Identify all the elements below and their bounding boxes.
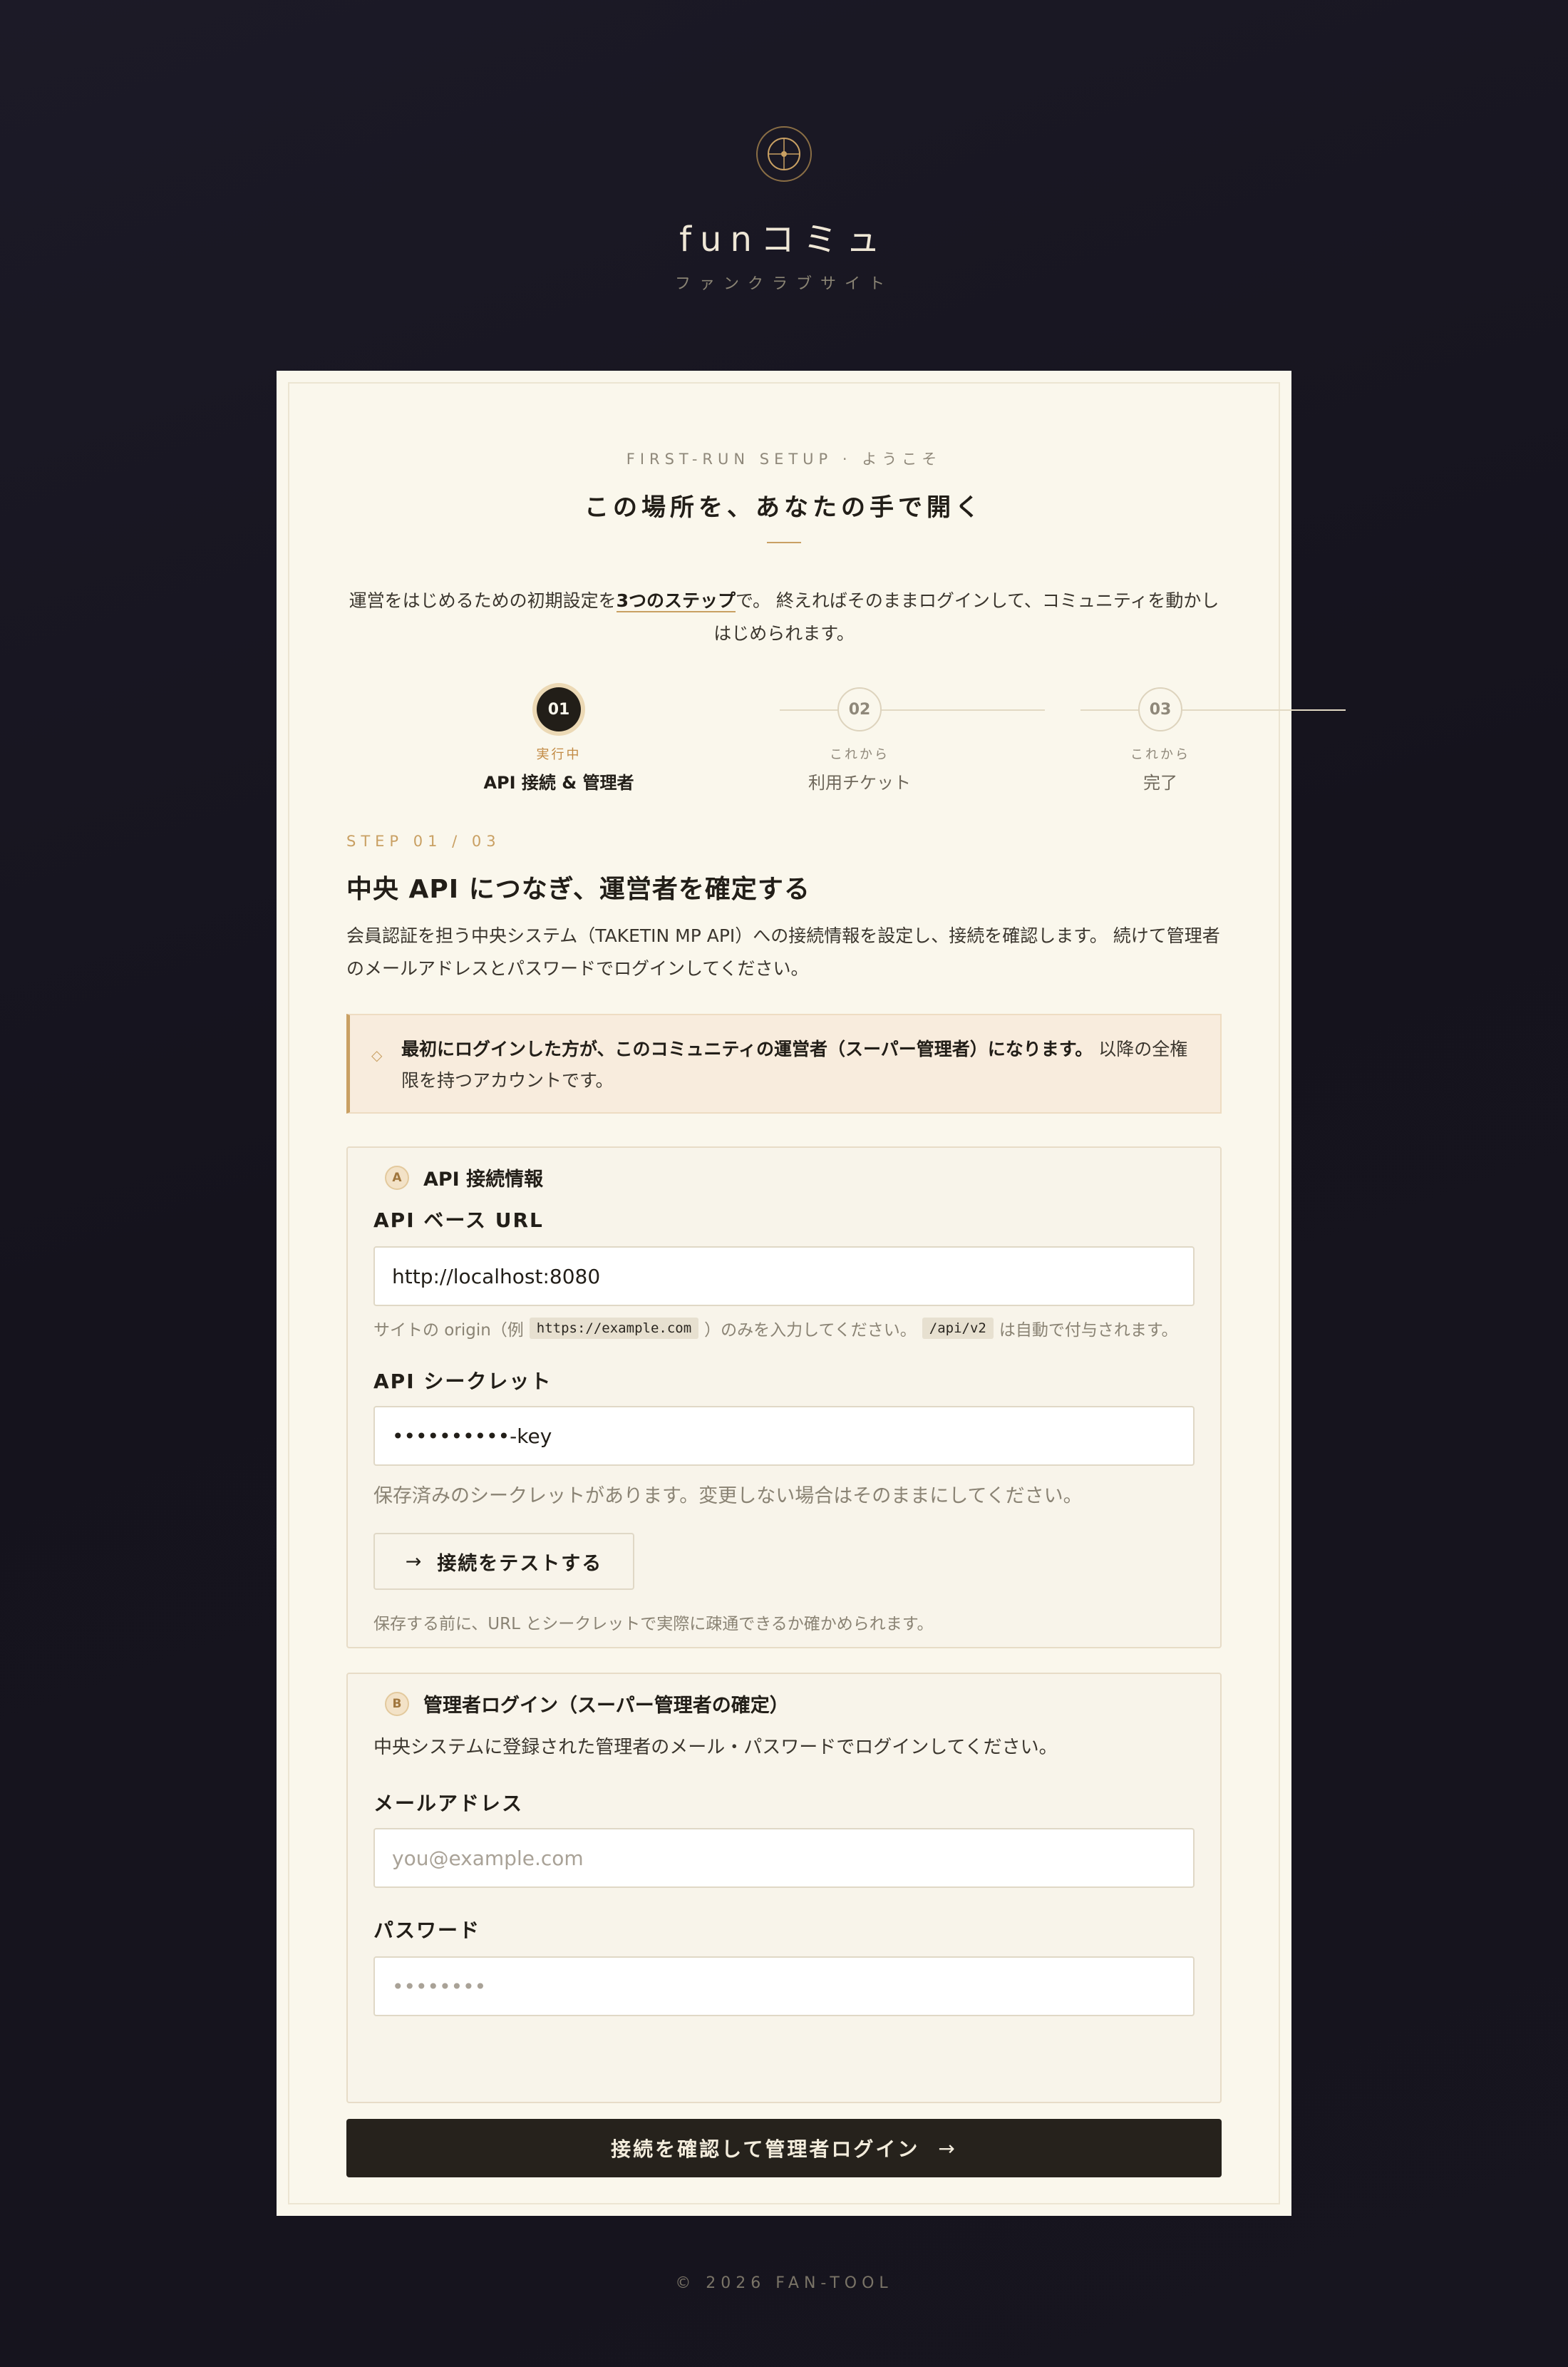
- step-state: 実行中: [536, 747, 582, 762]
- step-state: これから: [1130, 747, 1190, 762]
- title-divider: [767, 542, 801, 543]
- crosshair-circle-icon: [756, 126, 812, 182]
- panel-badge: B: [385, 1691, 409, 1716]
- panel-badge: A: [385, 1165, 409, 1190]
- step-label: API 接続 & 管理者: [483, 773, 634, 793]
- step-label: 完了: [1143, 773, 1177, 793]
- base-url-input[interactable]: http://localhost:8080: [373, 1246, 1195, 1306]
- admin-login-panel: B 管理者ログイン（スーパー管理者の確定） 中央システムに登録された管理者のメー…: [346, 1673, 1222, 2103]
- test-hint: 保存する前に、URL とシークレットで実際に疎通できるか確かめられます。: [373, 1615, 934, 1633]
- secret-label: API シークレット: [373, 1370, 552, 1393]
- step-01: 01 実行中 API 接続 & 管理者: [452, 687, 666, 794]
- section-title: 中央 API につなぎ、運営者を確定する: [346, 875, 810, 904]
- step-number: 01: [537, 687, 581, 731]
- intro-strong: 3つのステップ: [616, 590, 736, 612]
- arrow-right-icon: →: [938, 2136, 957, 2160]
- brand-subtitle: ファンクラブサイト: [674, 275, 893, 293]
- step-number: 03: [1138, 687, 1182, 731]
- panel-header: B 管理者ログイン（スーパー管理者の確定）: [385, 1690, 789, 1718]
- panel-title: API 接続情報: [423, 1169, 544, 1191]
- submit-label: 接続を確認して管理者ログイン: [611, 2137, 920, 2161]
- hint-text: は自動で付与されます。: [999, 1321, 1178, 1340]
- step-03: 03 これから 完了: [1053, 687, 1267, 794]
- diamond-icon: ◇: [371, 1047, 383, 1064]
- admin-description: 中央システムに登録された管理者のメール・パスワードでログインしてください。: [373, 1737, 1058, 1758]
- intro-before: 運営をはじめるための初期設定を: [349, 590, 617, 611]
- panel-header: A API 接続情報: [385, 1164, 543, 1191]
- owner-notice: ◇ 最初にログインした方が、このコミュニティの運営者（スーパー管理者）になります…: [346, 1014, 1222, 1114]
- brand-header: funコミュ ファンクラブサイト: [0, 125, 1568, 294]
- test-connection-button[interactable]: → 接続をテストする: [373, 1533, 634, 1590]
- hint-text: サイトの origin（例: [373, 1321, 524, 1340]
- step-label: 利用チケット: [808, 773, 911, 793]
- password-field[interactable]: ••••••••: [373, 1956, 1195, 2016]
- step-state: これから: [830, 747, 889, 762]
- secret-hint: 保存済みのシークレットがあります。変更しない場合はそのままにしてください。: [373, 1485, 1083, 1507]
- submit-login-button[interactable]: 接続を確認して管理者ログイン →: [346, 2119, 1222, 2177]
- email-label: メールアドレス: [373, 1792, 524, 1815]
- api-settings-panel: A API 接続情報 API ベース URL http://localhost:…: [346, 1146, 1222, 1648]
- base-url-hint: サイトの origin（例 https://example.com ）のみを入力…: [373, 1316, 1195, 1340]
- section-description: 会員認証を担う中央システム（TAKETIN MP API）への接続情報を設定し、…: [346, 925, 1220, 979]
- step-number: 02: [837, 687, 882, 731]
- intro-text: 運営をはじめるための初期設定を3つのステップで。 終えればそのままログインして、…: [346, 585, 1222, 650]
- step-indicator: STEP 01 / 03: [346, 833, 501, 850]
- panel-title: 管理者ログイン（スーパー管理者の確定）: [423, 1695, 789, 1717]
- stepper: 01 実行中 API 接続 & 管理者 02 これから 利用チケット 03 これ…: [289, 687, 1346, 793]
- hint-text: ）のみを入力してください。: [704, 1321, 917, 1340]
- intro-after: で。 終えればそのままログインして、コミュニティを動かしはじめられます。: [713, 590, 1219, 644]
- page-title: この場所を、あなたの手で開く: [584, 493, 984, 522]
- base-url-label: API ベース URL: [373, 1208, 544, 1232]
- password-label: パスワード: [373, 1919, 481, 1942]
- arrow-right-icon: →: [405, 1550, 423, 1573]
- setup-card-frame: FIRST-RUN SETUP · ようこそ この場所を、あなたの手で開く 運営…: [288, 382, 1346, 2204]
- brand-name: funコミュ: [679, 220, 889, 260]
- setup-eyebrow: FIRST-RUN SETUP · ようこそ: [626, 451, 942, 468]
- notice-strong: 最初にログインした方が、このコミュニティの運営者（スーパー管理者）になります。: [401, 1039, 1093, 1059]
- setup-card: FIRST-RUN SETUP · ようこそ この場所を、あなたの手で開く 運営…: [277, 371, 1346, 2216]
- email-field[interactable]: you@example.com: [373, 1828, 1195, 1888]
- secret-input[interactable]: ••••••••••-key: [373, 1406, 1195, 1466]
- hint-code: /api/v2: [922, 1318, 994, 1339]
- step-02: 02 これから 利用チケット: [753, 687, 966, 794]
- footer-copyright: © 2026 FAN-TOOL: [675, 2274, 893, 2292]
- hint-code: https://example.com: [529, 1318, 699, 1339]
- test-connection-label: 接続をテストする: [437, 1552, 603, 1575]
